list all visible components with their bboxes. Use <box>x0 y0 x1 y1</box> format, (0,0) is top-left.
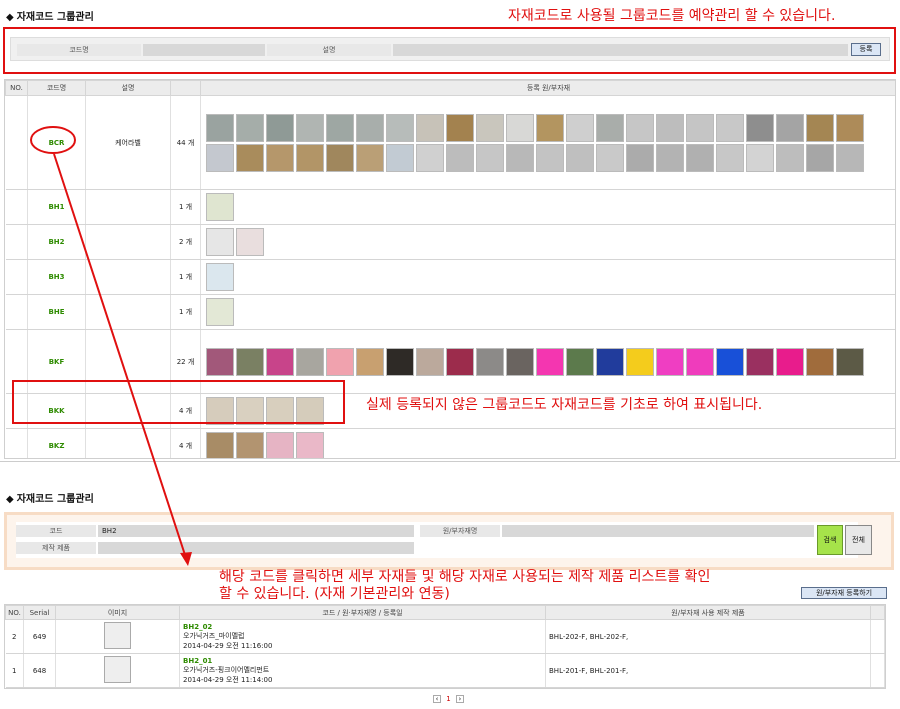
annotation-arrow <box>30 126 192 566</box>
highlight-bcr-circle <box>30 126 76 154</box>
